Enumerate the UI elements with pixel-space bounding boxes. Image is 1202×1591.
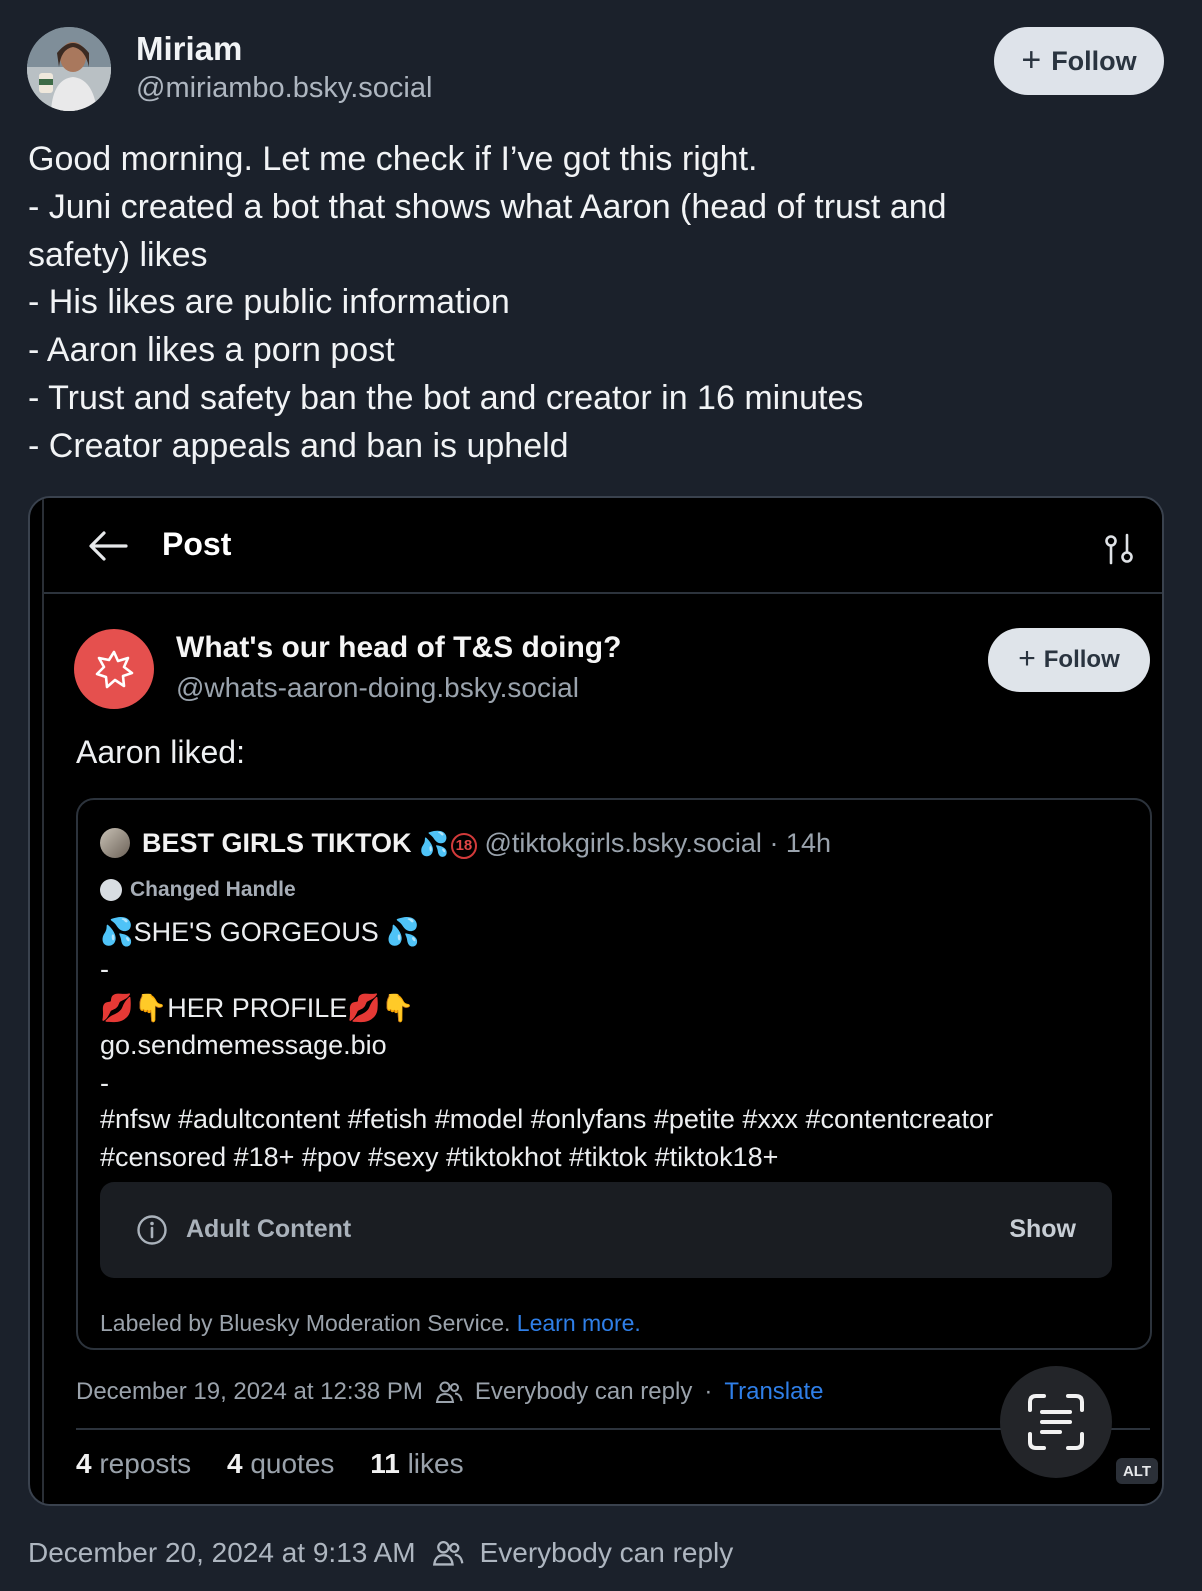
quoted-author: BEST GIRLS TIKTOK 💦 18 @tiktokgirls.bsky.…: [142, 828, 831, 859]
author-name[interactable]: Miriam: [136, 30, 242, 68]
post-line: - Trust and safety ban the bot and creat…: [28, 378, 864, 417]
post-timestamp[interactable]: December 20, 2024 at 9:13 AM: [28, 1537, 416, 1569]
quotes-label: quotes: [250, 1448, 335, 1479]
quoted-avatar: [100, 828, 130, 858]
liked-intro: Aaron liked:: [76, 734, 245, 770]
likes-count: 11: [370, 1448, 400, 1479]
quoted-handle: @tiktokgirls.bsky.social: [484, 828, 762, 858]
moderation-label: Labeled by Bluesky Moderation Service. L…: [100, 1310, 641, 1337]
screenshot-reply-setting: Everybody can reply: [474, 1378, 693, 1405]
bot-follow-button: + Follow: [988, 628, 1150, 692]
post-footer: December 20, 2024 at 9:13 AM Everybody c…: [28, 1537, 733, 1569]
translate-link: Translate: [724, 1378, 824, 1405]
people-icon: [432, 1541, 463, 1566]
quoted-line: 💋👇HER PROFILE💋👇: [100, 993, 415, 1023]
adult-content-label: Adult Content: [186, 1215, 352, 1243]
divider: [76, 1428, 1150, 1430]
quoted-name: BEST GIRLS TIKTOK: [142, 828, 412, 858]
back-arrow-icon: [89, 531, 128, 561]
changed-handle-text: Changed Handle: [130, 878, 296, 901]
text-scan-button[interactable]: [1000, 1366, 1112, 1478]
screenshot-timestamp: December 19, 2024 at 12:38 PM: [76, 1378, 423, 1405]
plus-icon: +: [1021, 40, 1042, 79]
post-line: Good morning. Let me check if I’ve got t…: [28, 140, 758, 178]
bot-avatar: [74, 629, 154, 709]
changed-handle-label: Changed Handle: [100, 878, 296, 902]
bot-handle: @whats-aaron-doing.bsky.social: [176, 672, 579, 703]
quoted-line: #censored #18+ #pov #sexy #tiktokhot #ti…: [100, 1142, 779, 1172]
quoted-line: -: [100, 954, 109, 984]
author-avatar[interactable]: [27, 27, 111, 111]
changed-handle-icon: [100, 879, 122, 901]
bot-name: What's our head of T&S doing?: [176, 631, 622, 664]
quoted-line: -: [100, 1068, 109, 1098]
reply-setting: Everybody can reply: [479, 1537, 734, 1568]
quoted-line: go.sendmemessage.bio: [100, 1030, 387, 1060]
quoted-line: #nfsw #adultcontent #fetish #model #only…: [100, 1104, 994, 1134]
quoted-line: 💦SHE'S GORGEOUS 💦: [100, 917, 420, 947]
screenshot-header: Post: [44, 498, 1162, 594]
engagement-stats: 4 reposts 4 quotes 11 likes: [76, 1448, 464, 1480]
follow-button[interactable]: + Follow: [994, 27, 1164, 95]
sort-icon: [1105, 533, 1133, 565]
quoted-post: BEST GIRLS TIKTOK 💦 18 @tiktokgirls.bsky.…: [76, 798, 1152, 1350]
post-line: - Creator appeals and ban is upheld: [28, 426, 569, 465]
quotes-count: 4: [226, 1448, 243, 1479]
starburst-icon: [95, 650, 134, 689]
meta-separator: ·: [704, 1378, 713, 1405]
post-body: Good morning. Let me check if I’ve got t…: [28, 136, 1178, 471]
author-handle[interactable]: @miriambo.bsky.social: [136, 72, 432, 105]
adult-content-warning: Adult Content Show: [100, 1182, 1112, 1278]
adult-badge: 18: [450, 833, 477, 859]
post-line: - His likes are public information: [28, 283, 510, 322]
follow-label: Follow: [1051, 45, 1137, 76]
post-line: - Aaron likes a porn post: [28, 331, 395, 370]
plus-icon: +: [1018, 642, 1036, 675]
reposts-count: 4: [76, 1448, 92, 1479]
bot-follow-label: Follow: [1043, 646, 1120, 673]
screenshot-meta: December 19, 2024 at 12:38 PM Everybody …: [76, 1378, 823, 1406]
post-line: safety) likes: [28, 235, 208, 274]
people-icon: [435, 1381, 463, 1403]
screenshot-header-title: Post: [162, 526, 232, 562]
learn-more-link: Learn more.: [516, 1310, 641, 1336]
info-icon: [137, 1215, 167, 1245]
screenshot-content: Post What's our head of T&S doing? @what…: [42, 498, 1162, 1504]
post-line: - Juni created a bot that shows what Aar…: [28, 187, 947, 226]
text-scan-icon: [1028, 1394, 1084, 1450]
embedded-screenshot-image[interactable]: Post What's our head of T&S doing? @what…: [28, 496, 1164, 1506]
quoted-age: · 14h: [769, 828, 831, 858]
alt-text-badge[interactable]: ALT: [1116, 1458, 1158, 1484]
reposts-label: reposts: [99, 1448, 192, 1479]
likes-label: likes: [407, 1448, 464, 1479]
show-button: Show: [1009, 1215, 1076, 1243]
labeled-by-text: Labeled by Bluesky Moderation Service.: [100, 1310, 511, 1336]
quoted-name-emoji: 💦: [419, 831, 449, 858]
